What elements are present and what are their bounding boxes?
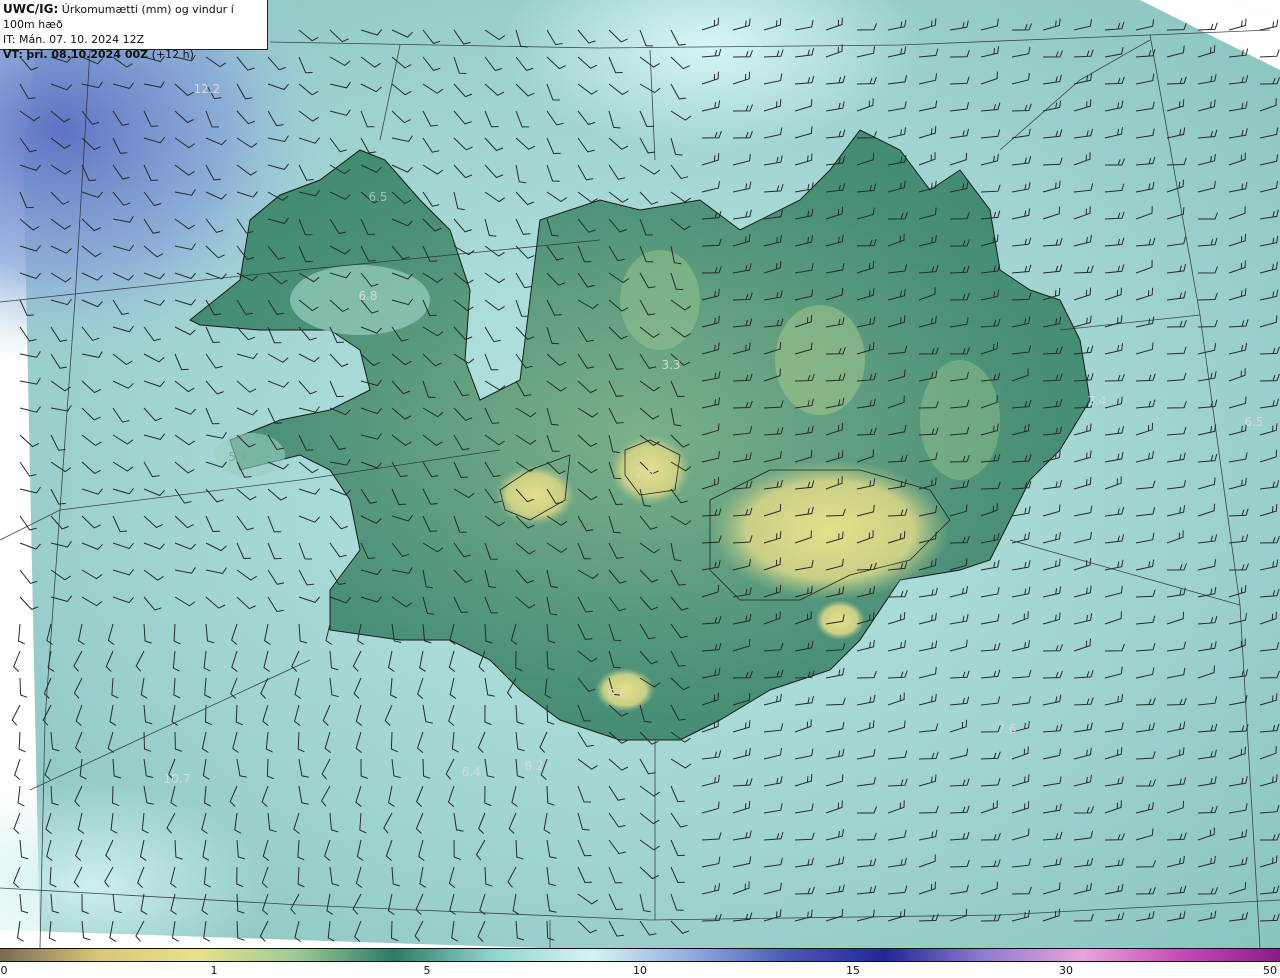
model-label: UWC/IG:	[3, 2, 59, 16]
map-value: 5.7	[228, 450, 248, 464]
colorbar: 0 1 5 10 15 30 50	[0, 948, 1280, 978]
colorbar-tick: 0	[0, 964, 8, 977]
map-value: 6.6	[607, 687, 627, 701]
valid-prefix: VT:	[3, 48, 23, 61]
colorbar-tick: 15	[846, 964, 860, 977]
map-value: 3.3	[661, 358, 681, 372]
map-value: 6.5	[1244, 415, 1264, 429]
map-value: 6.4	[461, 765, 481, 779]
map-value: 3.4	[1087, 394, 1107, 408]
valid-time: þri. 08.10.2024 00Z	[26, 48, 149, 61]
map-value: 8.2	[524, 759, 544, 773]
map-value: 12.2	[193, 82, 221, 96]
map-value: 7.6	[997, 722, 1017, 736]
colorbar-tick: 10	[633, 964, 647, 977]
colorbar-tick: 1	[210, 964, 218, 977]
map-value: 2.5	[635, 466, 655, 480]
map-value: 6.5	[368, 190, 388, 204]
map-info-box: UWC/IG: Úrkomumætti (mm) og vindur í 100…	[0, 0, 268, 61]
colorbar-strip	[0, 948, 1280, 962]
colorbar-tick: 30	[1059, 964, 1073, 977]
map-panel[interactable]: 12.2 6.5 6.8 3.3 2.5 5.7 3.4 6.5 6.6 7.6…	[0, 0, 1280, 948]
issue-time: Mán. 07. 10. 2024 12Z	[18, 33, 145, 46]
lead-time: (+12 h)	[151, 48, 194, 61]
colorbar-tick: 50	[1263, 964, 1277, 977]
map-value: 10.7	[163, 772, 191, 786]
colorbar-tick: 5	[423, 964, 431, 977]
map-value: 6.8	[358, 289, 378, 303]
issue-prefix: IT:	[3, 33, 16, 46]
